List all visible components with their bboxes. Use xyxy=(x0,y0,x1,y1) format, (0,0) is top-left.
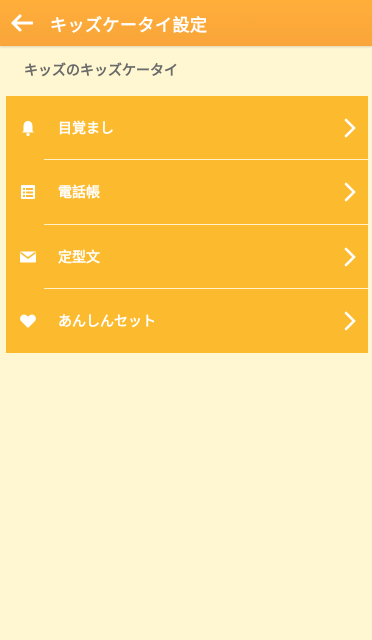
menu-item-label: あんしんセット xyxy=(58,313,156,330)
menu-item-alarm[interactable]: 目覚まし xyxy=(6,96,368,161)
heart-icon xyxy=(6,312,50,330)
menu-item-label: 目覚まし xyxy=(58,121,114,138)
arrow-left-icon xyxy=(11,14,33,32)
app-bar: キッズケータイ設定 xyxy=(0,0,372,46)
menu-item-safety-set[interactable]: あんしんセット xyxy=(6,289,368,353)
contacts-list-icon xyxy=(6,183,50,201)
menu-item-label: 電話帳 xyxy=(58,185,100,202)
menu-item-label: 定型文 xyxy=(58,249,100,266)
chevron-right-icon xyxy=(332,311,368,331)
settings-menu: 目覚まし 電話帳 定型文 あんしんセット xyxy=(6,96,368,353)
page-title: キッズケータイ設定 xyxy=(50,15,208,36)
menu-item-template-messages[interactable]: 定型文 xyxy=(6,225,368,289)
chevron-right-icon xyxy=(332,247,368,267)
bell-icon xyxy=(6,119,50,137)
section-title: キッズのキッズケータイ xyxy=(24,63,178,79)
chevron-right-icon xyxy=(332,118,368,138)
back-button[interactable] xyxy=(0,0,44,46)
menu-item-phonebook[interactable]: 電話帳 xyxy=(6,160,368,225)
chevron-right-icon xyxy=(332,182,368,202)
envelope-icon xyxy=(6,248,50,266)
